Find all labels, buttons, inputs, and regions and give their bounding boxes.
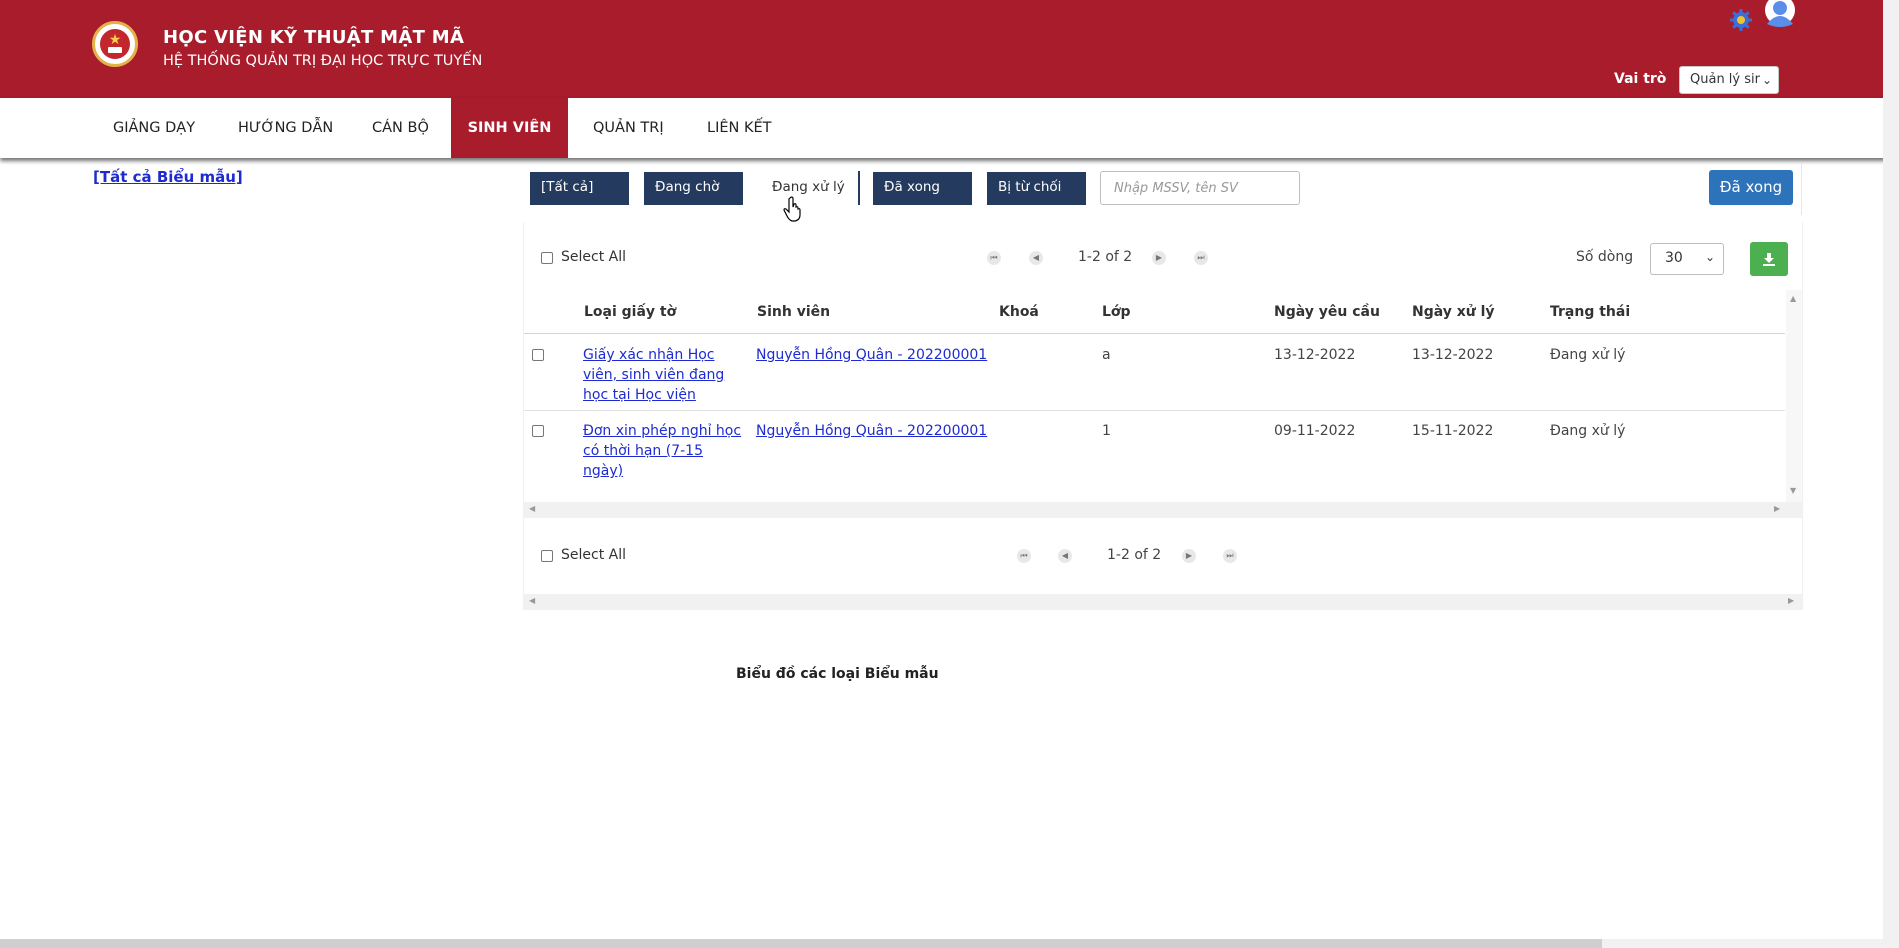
scroll-right-icon[interactable]: ▶ xyxy=(1774,504,1780,513)
table-row: Giấy xác nhận Học viên, sinh viên đang h… xyxy=(524,334,1785,411)
filter-rejected-button[interactable]: Bị từ chối xyxy=(987,172,1086,205)
last-page-icon[interactable]: ⏭ xyxy=(1194,251,1208,265)
nav-lien-ket[interactable]: LIÊN KẾT xyxy=(707,98,772,158)
scroll-left-icon[interactable]: ◀ xyxy=(529,504,535,513)
col-class[interactable]: Lớp xyxy=(1102,304,1131,320)
top-header: ★ HỌC VIỆN KỸ THUẬT MẬT MÃ HỆ THỐNG QUẢN… xyxy=(0,0,1899,98)
rows-per-page-value: 30 xyxy=(1665,250,1683,266)
gear-icon[interactable] xyxy=(1729,8,1753,32)
filter-pending-button[interactable]: Đang chờ xyxy=(644,172,743,205)
first-page-icon[interactable]: ⏮ xyxy=(987,251,1001,265)
filter-bar: [Tất cả] Đang chờ Đang xử lý Đã xong Bị … xyxy=(523,163,1802,215)
row-status: Đang xử lý xyxy=(1550,423,1626,439)
select-all-label: Select All xyxy=(561,249,626,265)
pagination-text-bottom: 1-2 of 2 xyxy=(1107,547,1162,563)
system-name: HỆ THỐNG QUẢN TRỊ ĐẠI HỌC TRỰC TUYẾN xyxy=(163,53,483,69)
main-nav: GIẢNG DẠY HƯỚNG DẪN CÁN BỘ SINH VIÊN QUẢ… xyxy=(0,98,1899,158)
page-horizontal-scroll-thumb[interactable] xyxy=(0,939,1602,948)
hand-cursor-icon xyxy=(783,196,801,222)
last-page-icon[interactable]: ⏭ xyxy=(1223,549,1237,563)
table-horizontal-scrollbar[interactable]: ◀ ▶ xyxy=(524,502,1802,518)
prev-page-icon[interactable]: ◀ xyxy=(1058,549,1072,563)
select-all-label-bottom: Select All xyxy=(561,547,626,563)
next-page-icon[interactable]: ▶ xyxy=(1182,549,1196,563)
rows-per-page-select[interactable]: 30 ⌄ xyxy=(1650,243,1724,275)
row-checkbox[interactable] xyxy=(532,349,544,361)
row-process-date: 13-12-2022 xyxy=(1412,347,1494,363)
chevron-down-icon: ⌄ xyxy=(1704,250,1715,264)
rows-per-page-label: Số dòng xyxy=(1576,249,1634,265)
nav-can-bo[interactable]: CÁN BỘ xyxy=(372,98,429,158)
mark-done-button[interactable]: Đã xong xyxy=(1709,170,1793,205)
filter-processing-button[interactable]: Đang xử lý xyxy=(758,172,857,205)
grid-table: Loại giấy tờ Sinh viên Khoá Lớp Ngày yêu… xyxy=(524,290,1802,502)
row-class: a xyxy=(1102,347,1111,363)
next-page-icon[interactable]: ▶ xyxy=(1152,251,1166,265)
col-request-date[interactable]: Ngày yêu cầu xyxy=(1274,304,1380,320)
chevron-down-icon: ⌄ xyxy=(1761,73,1772,87)
filter-divider xyxy=(858,171,860,205)
search-input[interactable]: Nhập MSSV, tên SV xyxy=(1100,171,1300,205)
filter-done-button[interactable]: Đã xong xyxy=(873,172,972,205)
chart-title: Biểu đồ các loại Biểu mẫu xyxy=(736,666,939,682)
requests-grid: Select All ⏮ ◀ 1-2 of 2 ▶ ⏭ Số dòng 30 ⌄… xyxy=(523,222,1803,610)
prev-page-icon[interactable]: ◀ xyxy=(1029,251,1043,265)
grid-top-toolbar: Select All ⏮ ◀ 1-2 of 2 ▶ ⏭ Số dòng 30 ⌄ xyxy=(524,222,1802,282)
row-checkbox[interactable] xyxy=(532,425,544,437)
scroll-up-icon[interactable]: ▲ xyxy=(1790,294,1796,303)
table-row: Đơn xin phép nghỉ học có thời hạn (7-15 … xyxy=(524,410,1785,486)
row-request-date: 13-12-2022 xyxy=(1274,347,1356,363)
nav-sinh-vien[interactable]: SINH VIÊN xyxy=(451,98,568,158)
grid-horizontal-scrollbar[interactable]: ◀ ▶ xyxy=(524,594,1802,610)
row-doc-type-link[interactable]: Đơn xin phép nghỉ học có thời hạn (7-15 … xyxy=(583,421,745,481)
nav-huong-dan[interactable]: HƯỚNG DẪN xyxy=(238,98,333,158)
col-course[interactable]: Khoá xyxy=(999,304,1039,320)
row-request-date: 09-11-2022 xyxy=(1274,423,1356,439)
grid-bottom-toolbar: Select All ⏮ ◀ 1-2 of 2 ▶ ⏭ xyxy=(524,520,1802,580)
first-page-icon[interactable]: ⏮ xyxy=(1017,549,1031,563)
role-label: Vai trò xyxy=(1614,71,1667,87)
row-student-link[interactable]: Nguyễn Hồng Quân - 202200001 xyxy=(756,421,987,441)
row-process-date: 15-11-2022 xyxy=(1412,423,1494,439)
row-status: Đang xử lý xyxy=(1550,347,1626,363)
user-avatar-icon[interactable] xyxy=(1762,0,1798,30)
row-doc-type-link[interactable]: Giấy xác nhận Học viên, sinh viên đang h… xyxy=(583,345,733,405)
scroll-right-icon[interactable]: ▶ xyxy=(1788,596,1794,605)
row-student-link[interactable]: Nguyễn Hồng Quân - 202200001 xyxy=(756,345,987,365)
table-vertical-scrollbar[interactable]: ▲ ▼ xyxy=(1786,290,1802,502)
row-class: 1 xyxy=(1102,423,1111,439)
page-vertical-scrollbar[interactable] xyxy=(1883,0,1899,939)
academy-logo-icon[interactable]: ★ xyxy=(92,21,138,67)
org-name: HỌC VIỆN KỸ THUẬT MẬT MÃ xyxy=(163,27,465,48)
role-select-value: Quản lý sir xyxy=(1690,72,1760,87)
download-button[interactable] xyxy=(1750,242,1788,276)
scroll-down-icon[interactable]: ▼ xyxy=(1790,486,1796,495)
col-student[interactable]: Sinh viên xyxy=(757,304,830,320)
filter-all-button[interactable]: [Tất cả] xyxy=(530,172,629,205)
role-select[interactable]: Quản lý sir ⌄ xyxy=(1679,66,1779,94)
all-forms-link[interactable]: [Tất cả Biểu mẫu] xyxy=(93,168,243,186)
select-all-checkbox-bottom[interactable] xyxy=(541,550,553,562)
col-doc-type[interactable]: Loại giấy tờ xyxy=(584,304,676,320)
select-all-checkbox[interactable] xyxy=(541,252,553,264)
scroll-left-icon[interactable]: ◀ xyxy=(529,596,535,605)
col-process-date[interactable]: Ngày xử lý xyxy=(1412,304,1495,320)
pagination-text: 1-2 of 2 xyxy=(1078,249,1133,265)
col-status[interactable]: Trạng thái xyxy=(1550,304,1630,320)
nav-quan-tri[interactable]: QUẢN TRỊ xyxy=(593,98,664,158)
nav-giang-day[interactable]: GIẢNG DẠY xyxy=(113,98,195,158)
download-icon xyxy=(1763,253,1775,266)
